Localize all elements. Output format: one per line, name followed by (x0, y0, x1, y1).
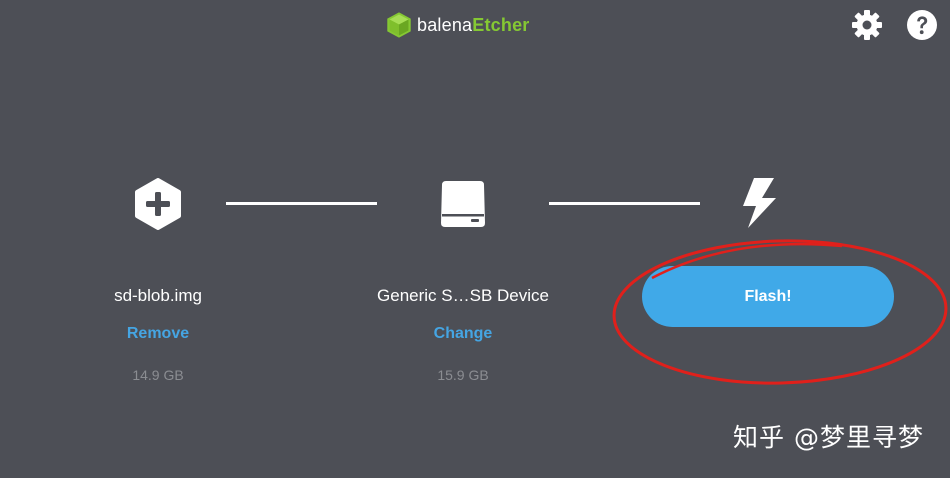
drive-size: 15.9 GB (437, 367, 489, 383)
settings-button[interactable] (851, 9, 883, 41)
select-drive-icon (437, 178, 489, 230)
logo-product: Etcher (472, 15, 530, 35)
drive-icon (441, 181, 485, 227)
image-size: 14.9 GB (132, 367, 184, 383)
logo-brand: balena (417, 15, 473, 35)
question-icon (907, 10, 937, 40)
remove-image-link[interactable]: Remove (127, 324, 189, 344)
lightning-icon (743, 178, 776, 228)
drive-step: Generic S…SB Device Change 15.9 GB (333, 282, 593, 384)
etcher-logo: balenaEtcher (386, 11, 530, 39)
image-step: sd-blob.img Remove 14.9 GB (28, 282, 288, 384)
image-filename: sd-blob.img (114, 286, 202, 305)
gear-icon (852, 10, 882, 40)
drive-name: Generic S…SB Device (377, 286, 549, 305)
select-image-icon (132, 178, 184, 230)
logo-text: balenaEtcher (417, 11, 530, 39)
app-header: balenaEtcher (0, 0, 950, 50)
cube-icon (386, 11, 412, 39)
watermark-text: 知乎 @梦里寻梦 (733, 423, 924, 452)
plus-hexagon-icon (135, 178, 181, 230)
flash-step-icon (738, 176, 780, 230)
change-drive-link[interactable]: Change (434, 324, 493, 344)
flash-button[interactable]: Flash! (642, 266, 894, 327)
help-button[interactable] (906, 9, 938, 41)
step-connector (226, 202, 377, 205)
step-connector (549, 202, 700, 205)
